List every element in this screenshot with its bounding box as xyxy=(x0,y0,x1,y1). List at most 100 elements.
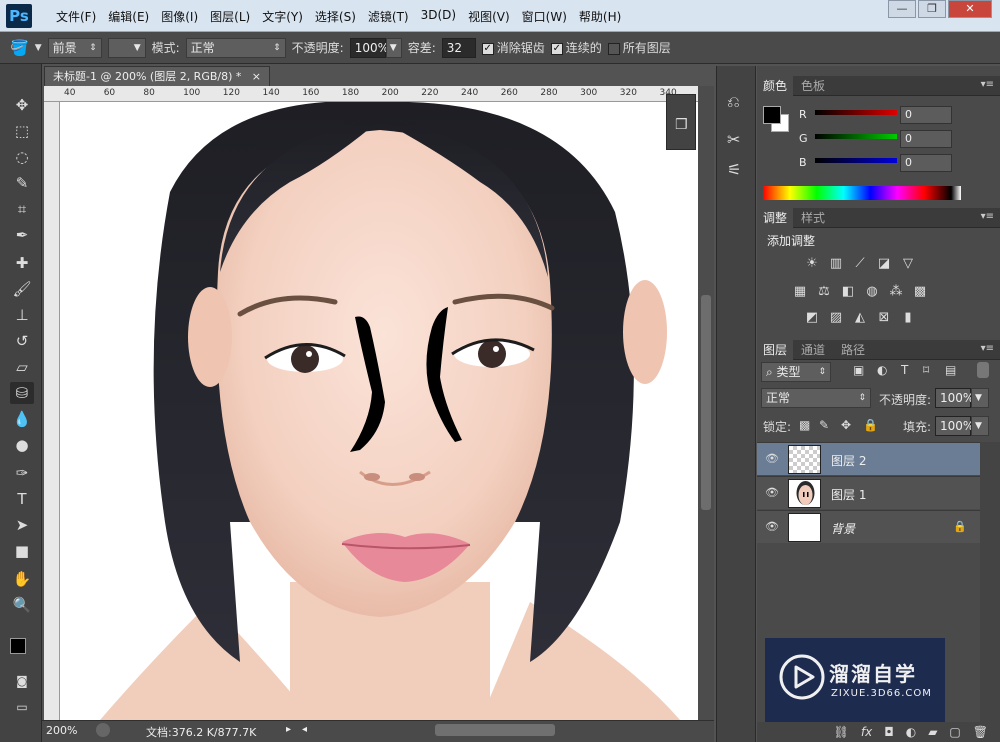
filter-toggle[interactable] xyxy=(977,362,989,378)
layer-row[interactable]: 👁 背景 🔒 xyxy=(757,510,980,543)
tab-swatches[interactable]: 色板 xyxy=(795,76,831,96)
fill-dropdown-icon[interactable]: ▼ xyxy=(971,416,989,436)
screen-mode-icon[interactable]: ▭ xyxy=(10,696,34,718)
r-slider[interactable] xyxy=(815,110,897,115)
tab-color[interactable]: 颜色 xyxy=(757,76,794,96)
brightness-icon[interactable]: ☀ xyxy=(803,256,821,272)
pattern-picker[interactable]: ▼ xyxy=(107,37,146,58)
status-arrow-icon[interactable]: ▸ xyxy=(286,724,291,735)
photo-filter-icon[interactable]: ◍ xyxy=(863,284,881,300)
restore-button[interactable]: ❐ xyxy=(918,0,946,18)
channel-mixer-icon[interactable]: ⁂ xyxy=(887,284,905,300)
menu-select[interactable]: 选择(S) xyxy=(309,8,362,25)
curves-icon[interactable]: ⟋ xyxy=(851,256,869,272)
document-tab[interactable]: 未标题-1 @ 200% (图层 2, RGB/8) * × xyxy=(44,66,270,86)
zoom-level[interactable]: 200% xyxy=(46,724,77,737)
selective-color-icon[interactable]: ⊠ xyxy=(875,310,893,326)
crop-tool-icon[interactable]: ⌗ xyxy=(10,198,34,220)
color-spectrum-bar[interactable] xyxy=(763,186,961,200)
layer-style-icon[interactable]: fx xyxy=(861,725,872,739)
3d-cube-icon[interactable]: ❒ xyxy=(675,117,688,133)
adjustment-layer-icon[interactable]: ◐ xyxy=(906,725,916,739)
tab-paths[interactable]: 路径 xyxy=(835,340,871,360)
link-layers-icon[interactable]: ⛓ xyxy=(834,725,849,739)
close-button[interactable]: ✕ xyxy=(948,0,992,18)
document-canvas[interactable] xyxy=(60,102,698,720)
posterize-icon[interactable]: ▨ xyxy=(827,310,845,326)
levels-icon[interactable]: ▥ xyxy=(827,256,845,272)
menu-window[interactable]: 窗口(W) xyxy=(516,8,573,25)
antialias-checkbox[interactable]: ✓ 消除锯齿 xyxy=(481,39,545,56)
b-slider[interactable] xyxy=(815,158,897,163)
delete-layer-icon[interactable]: 🗑 xyxy=(973,725,988,739)
menu-layer[interactable]: 图层(L) xyxy=(204,8,256,25)
b-value[interactable]: 0 xyxy=(900,154,952,172)
layer-opacity-input[interactable]: 100% xyxy=(935,388,974,408)
lock-transparent-icon[interactable]: ▩ xyxy=(799,418,810,432)
menu-file[interactable]: 文件(F) xyxy=(50,8,102,25)
move-tool-icon[interactable]: ✥ xyxy=(10,94,34,116)
color-lookup-icon[interactable]: ▩ xyxy=(911,284,929,300)
lasso-tool-icon[interactable]: ◌ xyxy=(10,146,34,168)
black-white-icon[interactable]: ◧ xyxy=(839,284,857,300)
panel-menu-icon[interactable]: ▾≡ xyxy=(981,79,994,90)
menu-help[interactable]: 帮助(H) xyxy=(573,8,627,25)
eraser-tool-icon[interactable]: ▱ xyxy=(10,356,34,378)
blend-mode-select[interactable]: 正常 ⇕ xyxy=(761,388,871,408)
fill-input[interactable]: 100% xyxy=(935,416,974,436)
tab-styles[interactable]: 样式 xyxy=(795,208,831,228)
new-layer-icon[interactable]: ▢ xyxy=(949,725,960,739)
layer-row[interactable]: 👁 图层 2 xyxy=(757,442,980,475)
layer-filter-select[interactable]: ⌕ 类型 ⇕ xyxy=(761,362,831,382)
filter-type-icon[interactable]: T xyxy=(901,363,908,377)
close-tab-icon[interactable]: × xyxy=(252,67,261,87)
history-brush-tool-icon[interactable]: ↺ xyxy=(10,330,34,352)
opacity-input[interactable]: 100% xyxy=(349,37,389,58)
brush-presets-icon[interactable]: ✂ xyxy=(727,130,740,149)
type-tool-icon[interactable]: T xyxy=(10,488,34,510)
tolerance-input[interactable]: 32 xyxy=(441,37,476,58)
menu-filter[interactable]: 滤镜(T) xyxy=(362,8,415,25)
filter-pixel-icon[interactable]: ▣ xyxy=(853,363,864,377)
layer-row[interactable]: 👁 图层 1 xyxy=(757,476,980,509)
color-balance-icon[interactable]: ⚖ xyxy=(815,284,833,300)
eyedropper-tool-icon[interactable]: ✒ xyxy=(10,224,34,246)
rectangle-tool-icon[interactable]: ■ xyxy=(10,540,34,562)
hand-tool-icon[interactable]: ✋ xyxy=(10,568,34,590)
clone-stamp-tool-icon[interactable]: ⊥ xyxy=(10,304,34,326)
tab-layers[interactable]: 图层 xyxy=(757,340,794,360)
panel-menu-icon[interactable]: ▾≡ xyxy=(981,211,994,222)
tool-presets-icon[interactable]: ⚟ xyxy=(727,160,741,179)
tool-preset-dropdown-icon[interactable]: ▼ xyxy=(35,43,42,53)
path-select-tool-icon[interactable]: ➤ xyxy=(10,514,34,536)
brush-tool-icon[interactable]: 🖌 xyxy=(10,278,34,300)
blur-tool-icon[interactable]: 💧 xyxy=(10,408,34,430)
exposure-icon[interactable]: ◪ xyxy=(875,256,893,272)
fill-source-select[interactable]: 前景 ⇕ xyxy=(47,37,102,58)
marquee-tool-icon[interactable]: ⬚ xyxy=(10,120,34,142)
menu-image[interactable]: 图像(I) xyxy=(155,8,204,25)
filter-adjust-icon[interactable]: ◐ xyxy=(877,363,887,377)
menu-type[interactable]: 文字(Y) xyxy=(256,8,309,25)
menu-view[interactable]: 视图(V) xyxy=(462,8,516,25)
r-value[interactable]: 0 xyxy=(900,106,952,124)
all-layers-checkbox[interactable]: 所有图层 xyxy=(607,39,671,56)
filter-shape-icon[interactable]: ⌑ xyxy=(923,363,929,377)
opacity-dropdown-icon[interactable]: ▼ xyxy=(385,37,402,58)
tab-channels[interactable]: 通道 xyxy=(795,340,831,360)
healing-brush-tool-icon[interactable]: ✚ xyxy=(10,252,34,274)
menu-edit[interactable]: 编辑(E) xyxy=(102,8,155,25)
tab-adjustments[interactable]: 调整 xyxy=(757,208,794,228)
pen-tool-icon[interactable]: ✑ xyxy=(10,462,34,484)
visibility-eye-icon[interactable]: 👁 xyxy=(765,452,779,465)
visibility-eye-icon[interactable]: 👁 xyxy=(765,486,779,499)
panel-menu-icon[interactable]: ▾≡ xyxy=(981,343,994,354)
visibility-eye-icon[interactable]: 👁 xyxy=(765,520,779,533)
hue-saturation-icon[interactable]: ▦ xyxy=(791,284,809,300)
status-menu-icon[interactable] xyxy=(96,723,110,737)
mode-select[interactable]: 正常 ⇕ xyxy=(185,37,286,58)
layers-scroll-track[interactable] xyxy=(980,442,1000,742)
add-mask-icon[interactable]: ◘ xyxy=(884,725,894,739)
horizontal-scroll-thumb[interactable] xyxy=(435,724,555,736)
foreground-color-swatch[interactable] xyxy=(10,638,26,654)
